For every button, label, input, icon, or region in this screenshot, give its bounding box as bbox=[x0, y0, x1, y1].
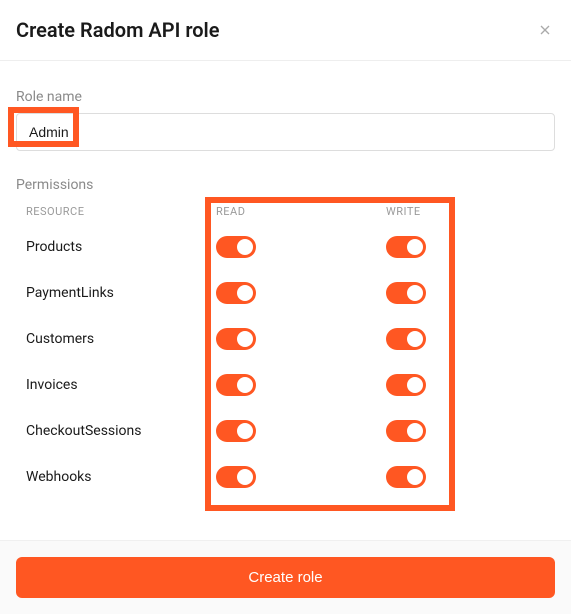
col-read: READ bbox=[216, 205, 386, 218]
toggle-webhooks-read[interactable] bbox=[216, 466, 256, 488]
resource-name: Products bbox=[26, 239, 216, 255]
dialog-header: Create Radom API role bbox=[0, 0, 571, 61]
col-write: WRITE bbox=[386, 205, 555, 218]
permissions-label: Permissions bbox=[16, 177, 555, 193]
toggle-checkoutsessions-read[interactable] bbox=[216, 420, 256, 442]
resource-name: Webhooks bbox=[26, 469, 216, 485]
resource-name: CheckoutSessions bbox=[26, 423, 216, 439]
perm-row-webhooks: Webhooks bbox=[26, 466, 555, 488]
role-name-input-wrap bbox=[16, 113, 555, 151]
role-name-input[interactable] bbox=[16, 113, 555, 151]
permissions-header-row: RESOURCE READ WRITE bbox=[26, 205, 555, 218]
toggle-paymentlinks-write[interactable] bbox=[386, 282, 426, 304]
toggle-paymentlinks-read[interactable] bbox=[216, 282, 256, 304]
close-icon bbox=[537, 22, 553, 38]
toggle-customers-write[interactable] bbox=[386, 328, 426, 350]
col-resource: RESOURCE bbox=[26, 205, 216, 218]
resource-name: Customers bbox=[26, 331, 216, 347]
toggle-invoices-read[interactable] bbox=[216, 374, 256, 396]
permissions-table: RESOURCE READ WRITE Products PaymentLink… bbox=[16, 205, 555, 488]
dialog-footer: Create role bbox=[0, 540, 571, 614]
perm-row-paymentlinks: PaymentLinks bbox=[26, 282, 555, 304]
toggle-products-read[interactable] bbox=[216, 236, 256, 258]
toggle-checkoutsessions-write[interactable] bbox=[386, 420, 426, 442]
resource-name: PaymentLinks bbox=[26, 285, 216, 301]
toggle-invoices-write[interactable] bbox=[386, 374, 426, 396]
role-name-label: Role name bbox=[16, 89, 555, 105]
perm-row-products: Products bbox=[26, 236, 555, 258]
toggle-customers-read[interactable] bbox=[216, 328, 256, 350]
dialog-content: Role name Permissions RESOURCE READ WRIT… bbox=[0, 61, 571, 504]
toggle-products-write[interactable] bbox=[386, 236, 426, 258]
resource-name: Invoices bbox=[26, 377, 216, 393]
perm-row-customers: Customers bbox=[26, 328, 555, 350]
close-button[interactable] bbox=[535, 20, 555, 40]
create-role-button[interactable]: Create role bbox=[16, 557, 555, 598]
perm-row-invoices: Invoices bbox=[26, 374, 555, 396]
toggle-webhooks-write[interactable] bbox=[386, 466, 426, 488]
dialog-title: Create Radom API role bbox=[16, 18, 220, 42]
perm-row-checkoutsessions: CheckoutSessions bbox=[26, 420, 555, 442]
